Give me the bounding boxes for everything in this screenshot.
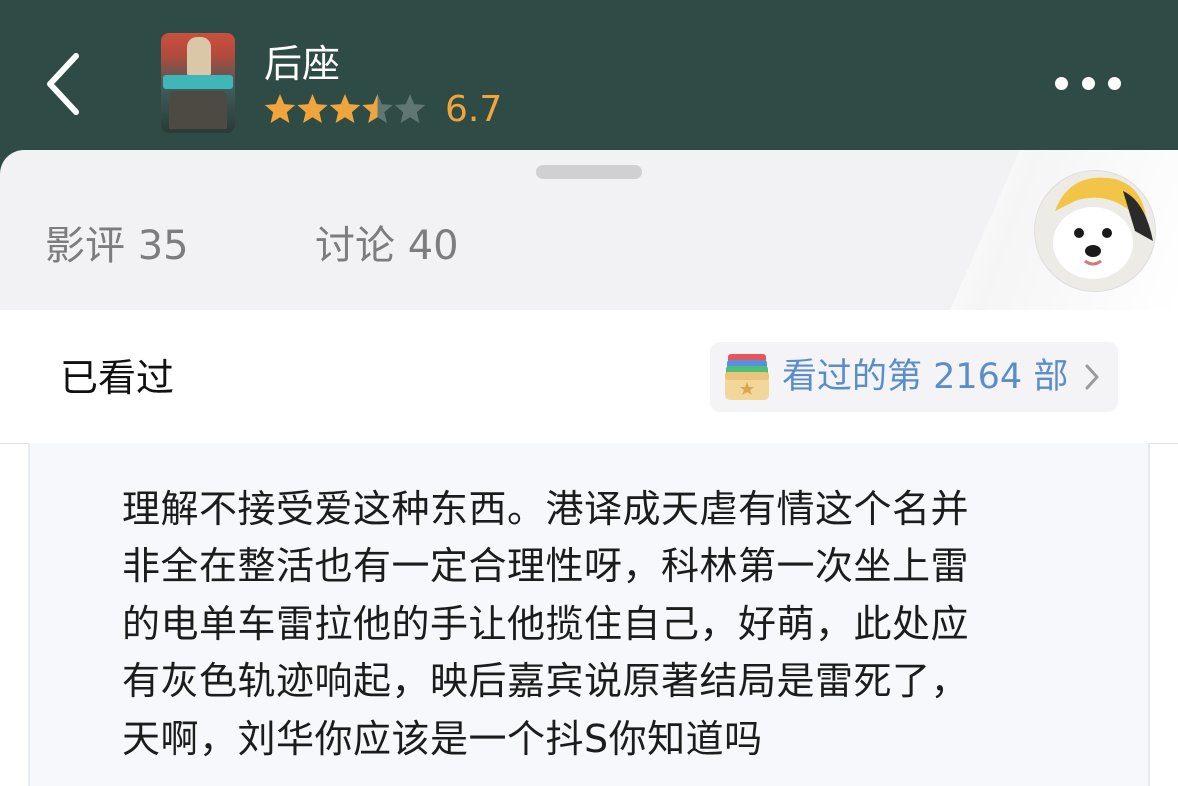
dot-icon (1081, 76, 1095, 90)
star-rating-icon (264, 94, 426, 123)
watched-status: 已看过 (60, 356, 175, 400)
watched-count-button[interactable]: 看过的第 2164 部 (710, 342, 1118, 412)
review-line: 有灰色轨迹响起，映后嘉宾说原著结局是雷死了， (122, 659, 970, 703)
review-content: 理解不接受爱这种东西。港译成天虐有情这个名并 非全在整活也有一定合理性呀，科林第… (28, 443, 1150, 786)
review-line: 非全在整活也有一定合理性呀，科林第一次坐上雷 (122, 544, 970, 588)
star-mark (394, 94, 426, 123)
star-mark (362, 94, 393, 123)
more-options-button[interactable] (1055, 70, 1121, 96)
watched-row: 已看过 看过的第 2164 部 (0, 311, 1178, 444)
user-avatar[interactable] (1034, 170, 1156, 292)
dot-icon (1108, 76, 1121, 90)
dot-icon (1055, 76, 1068, 90)
back-button[interactable] (40, 50, 100, 120)
rating-score: 6.7 (445, 89, 503, 130)
collection-box-icon (725, 354, 769, 400)
star-mark (329, 94, 361, 123)
chevron-right-icon (1085, 364, 1099, 390)
star-mark (264, 94, 296, 123)
review-line: 理解不接受爱这种东西。港译成天虐有情这个名并 (122, 486, 970, 531)
reviews-sheet: 影评 35 讨论 40 (0, 150, 1178, 310)
review-line: 的电单车雷拉他的手让他揽住自己，好萌，此处应 (122, 601, 970, 646)
dog-avatar-icon (1035, 171, 1155, 291)
watched-count-text: 看过的第 2164 部 (782, 357, 1069, 397)
chevron-left-icon (47, 53, 79, 115)
drag-handle[interactable] (536, 165, 642, 179)
movie-title: 后座 (264, 42, 341, 86)
tab-reviews[interactable]: 影评 35 (45, 220, 189, 272)
tab-discussions[interactable]: 讨论 40 (315, 220, 459, 272)
review-line: 天啊，刘华你应该是一个抖S你知道吗 (122, 716, 763, 761)
movie-poster[interactable] (161, 33, 235, 133)
review-text: 理解不接受爱这种东西。港译成天虐有情这个名并 非全在整活也有一定合理性呀，科林第… (122, 443, 1112, 768)
review-line-partial (122, 459, 1112, 481)
rating-stars (264, 92, 434, 126)
star-mark (297, 94, 328, 123)
